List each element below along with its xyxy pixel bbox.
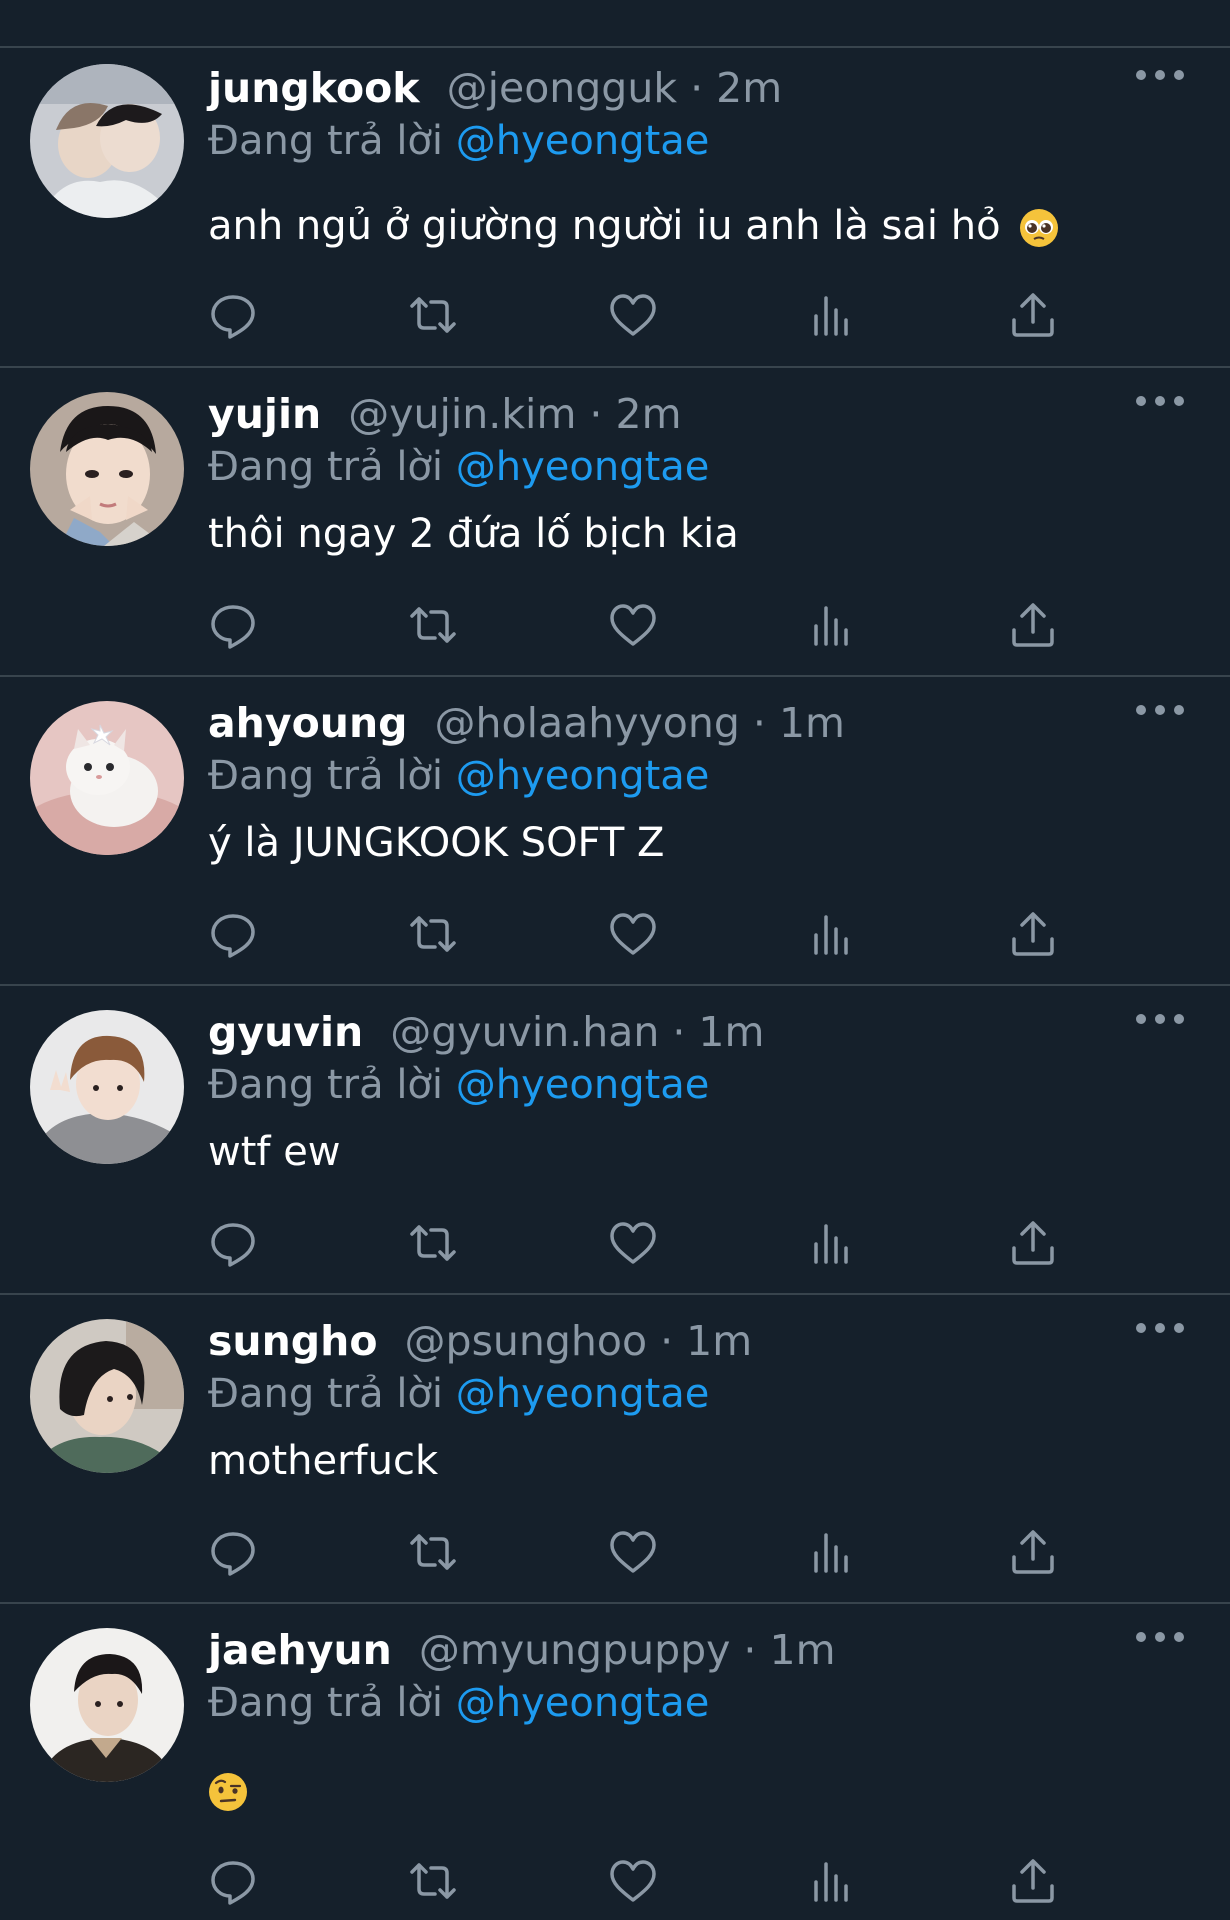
tweet[interactable]: jungkook @jeongguk · 2m Đang trả lời @hy… [0, 48, 1230, 368]
reply-icon[interactable] [208, 600, 258, 650]
tweet-text-content: ý là JUNGKOOK SOFT Z [208, 820, 665, 866]
views-icon[interactable] [808, 909, 858, 959]
retweet-icon[interactable] [408, 290, 458, 340]
replying-to: Đang trả lời @hyeongtae [208, 115, 709, 167]
handle-and-time[interactable]: @yujin.kim · 2m [348, 390, 681, 438]
replying-to-label: Đang trả lời [208, 1371, 444, 1417]
handle-and-time[interactable]: @holaahyyong · 1m [435, 699, 845, 747]
views-icon[interactable] [808, 600, 858, 650]
display-name[interactable]: gyuvin [208, 1008, 363, 1056]
views-icon[interactable] [808, 290, 858, 340]
share-icon[interactable] [1008, 1527, 1058, 1577]
tweet[interactable]: jaehyun @myungpuppy · 1m Đang trả lời @h… [0, 1604, 1230, 1920]
like-icon[interactable] [608, 909, 658, 959]
retweet-icon[interactable] [408, 600, 458, 650]
handle-and-time[interactable]: @jeongguk · 2m [447, 64, 783, 112]
like-icon[interactable] [608, 290, 658, 340]
action-bar [208, 1218, 1088, 1268]
reply-icon[interactable] [208, 290, 258, 340]
share-icon[interactable] [1008, 600, 1058, 650]
avatar[interactable] [30, 1628, 184, 1782]
share-icon[interactable] [1008, 1856, 1058, 1906]
face-with-raised-eyebrow-icon [209, 1773, 247, 1811]
like-icon[interactable] [608, 600, 658, 650]
action-bar [208, 1856, 1088, 1906]
replying-to-label: Đang trả lời [208, 118, 444, 164]
tweet[interactable]: yujin @yujin.kim · 2m Đang trả lời @hyeo… [0, 368, 1230, 677]
action-bar [208, 600, 1088, 650]
tweet-text: thôi ngay 2 đứa lố bịch kia [208, 508, 739, 560]
display-name[interactable]: sungho [208, 1317, 378, 1365]
more-options-icon[interactable] [1134, 68, 1186, 82]
tweet-text-content: thôi ngay 2 đứa lố bịch kia [208, 511, 739, 557]
mention-link[interactable]: @hyeongtae [456, 444, 710, 490]
tweet-text-content: wtf ew [208, 1129, 341, 1175]
views-icon[interactable] [808, 1218, 858, 1268]
avatar[interactable] [30, 1319, 184, 1473]
tweet-text: motherfuck [208, 1435, 438, 1487]
display-name[interactable]: yujin [208, 390, 321, 438]
like-icon[interactable] [608, 1856, 658, 1906]
handle-and-time[interactable]: @myungpuppy · 1m [419, 1626, 836, 1674]
tweet-text-content: anh ngủ ở giường người iu anh là sai hỏ [208, 203, 1001, 249]
replying-to: Đang trả lời @hyeongtae [208, 1059, 709, 1111]
avatar[interactable] [30, 1010, 184, 1164]
reply-icon[interactable] [208, 1856, 258, 1906]
action-bar [208, 909, 1088, 959]
mention-link[interactable]: @hyeongtae [456, 753, 710, 799]
replying-to: Đang trả lời @hyeongtae [208, 1677, 709, 1729]
share-icon[interactable] [1008, 909, 1058, 959]
mention-link[interactable]: @hyeongtae [456, 118, 710, 164]
tweet-text: anh ngủ ở giường người iu anh là sai hỏ [208, 200, 1059, 252]
like-icon[interactable] [608, 1527, 658, 1577]
pleading-face-icon [1020, 209, 1059, 247]
avatar[interactable] [30, 64, 184, 218]
avatar[interactable] [30, 392, 184, 546]
retweet-icon[interactable] [408, 1218, 458, 1268]
display-name[interactable]: jungkook [208, 64, 420, 112]
tweet[interactable]: ahyoung @holaahyyong · 1m Đang trả lời @… [0, 677, 1230, 986]
retweet-icon[interactable] [408, 1527, 458, 1577]
tweet-text-content: motherfuck [208, 1438, 439, 1484]
retweet-icon[interactable] [408, 909, 458, 959]
display-name[interactable]: ahyoung [208, 699, 407, 747]
more-options-icon[interactable] [1134, 394, 1186, 408]
share-icon[interactable] [1008, 290, 1058, 340]
retweet-icon[interactable] [408, 1856, 458, 1906]
reply-icon[interactable] [208, 1218, 258, 1268]
handle-and-time[interactable]: @gyuvin.han · 1m [390, 1008, 764, 1056]
reply-icon[interactable] [208, 909, 258, 959]
tweet[interactable]: sungho @psunghoo · 1m Đang trả lời @hyeo… [0, 1295, 1230, 1604]
mention-link[interactable]: @hyeongtae [456, 1680, 710, 1726]
mention-link[interactable]: @hyeongtae [456, 1371, 710, 1417]
more-options-icon[interactable] [1134, 1630, 1186, 1644]
share-icon[interactable] [1008, 1218, 1058, 1268]
replying-to: Đang trả lời @hyeongtae [208, 750, 709, 802]
display-name[interactable]: jaehyun [208, 1626, 392, 1674]
action-bar [208, 290, 1088, 340]
replying-to-label: Đang trả lời [208, 1680, 444, 1726]
mention-link[interactable]: @hyeongtae [456, 1062, 710, 1108]
action-bar [208, 1527, 1088, 1577]
views-icon[interactable] [808, 1856, 858, 1906]
avatar[interactable] [30, 701, 184, 855]
like-icon[interactable] [608, 1218, 658, 1268]
views-icon[interactable] [808, 1527, 858, 1577]
tweet-text: ý là JUNGKOOK SOFT Z [208, 817, 664, 869]
replying-to-label: Đang trả lời [208, 444, 444, 490]
replying-to: Đang trả lời @hyeongtae [208, 1368, 709, 1420]
replying-to-label: Đang trả lời [208, 1062, 444, 1108]
tweet-text: wtf ew [208, 1126, 341, 1178]
handle-and-time[interactable]: @psunghoo · 1m [405, 1317, 753, 1365]
more-options-icon[interactable] [1134, 703, 1186, 717]
top-divider [0, 0, 1230, 48]
replying-to: Đang trả lời @hyeongtae [208, 441, 709, 493]
tweet[interactable]: gyuvin @gyuvin.han · 1m Đang trả lời @hy… [0, 986, 1230, 1295]
replying-to-label: Đang trả lời [208, 753, 444, 799]
more-options-icon[interactable] [1134, 1321, 1186, 1335]
more-options-icon[interactable] [1134, 1012, 1186, 1026]
reply-icon[interactable] [208, 1527, 258, 1577]
tweet-text [208, 1764, 248, 1816]
